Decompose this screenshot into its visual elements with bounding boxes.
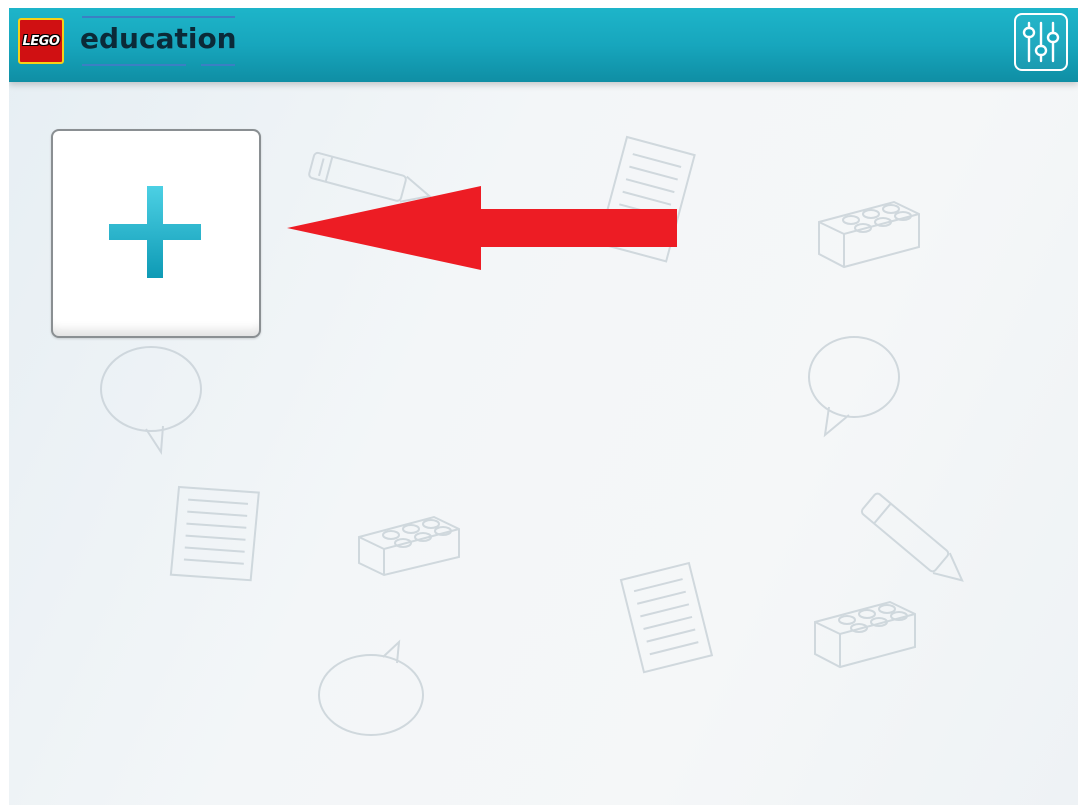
sliders-icon (1022, 21, 1060, 63)
lego-logo-text: LEGO (22, 33, 60, 49)
speech-bubble-doodle (318, 639, 424, 736)
plus-icon (109, 186, 201, 278)
speech-bubble-doodle (100, 346, 202, 456)
app-window: LEGO education (9, 0, 1078, 805)
brand-rule-bottom (82, 64, 186, 66)
speech-bubble-doodle (808, 336, 900, 438)
app-header: LEGO education (9, 0, 1078, 82)
red-arrow-annotation (287, 186, 677, 270)
pencil-doodle (860, 492, 964, 582)
paper-doodle (169, 485, 260, 582)
brand-rule-bottom-short (201, 64, 235, 66)
brick-doodle (814, 600, 916, 669)
brick-doodle (818, 200, 920, 269)
new-project-button[interactable] (51, 129, 261, 338)
brick-doodle (358, 515, 460, 577)
lego-logo: LEGO (18, 18, 64, 64)
brand-rule-top (82, 16, 235, 18)
paper-doodle (619, 561, 714, 674)
brand-title: education (80, 22, 237, 55)
settings-button[interactable] (1014, 13, 1068, 71)
header-top-strip (9, 0, 1078, 8)
